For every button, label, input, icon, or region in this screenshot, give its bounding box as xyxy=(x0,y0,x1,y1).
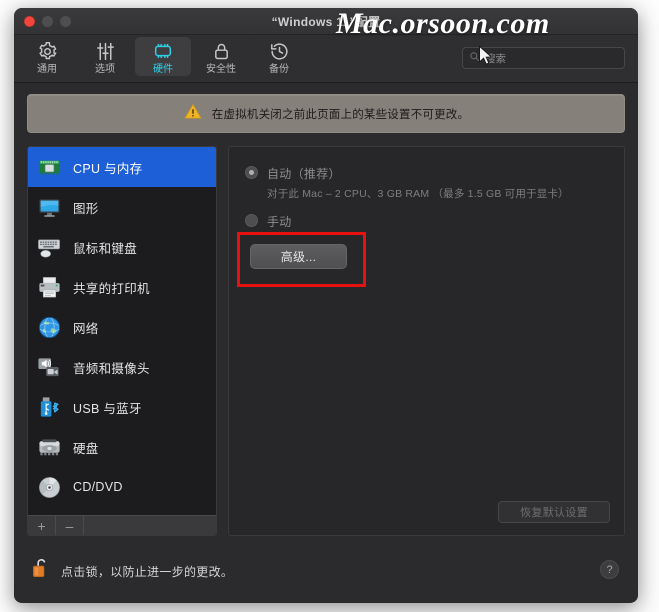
search-placeholder: 搜索 xyxy=(485,52,506,65)
sidebar-item-usb-bluetooth-label: USB 与蓝牙 xyxy=(73,401,142,416)
toolbar-tab-options-label: 选项 xyxy=(95,64,115,75)
sidebar-item-network-label: 网络 xyxy=(73,321,99,336)
harddisk-icon xyxy=(36,434,63,461)
sidebar-item-mouse-keyboard-label: 鼠标和键盘 xyxy=(73,241,138,256)
lock-icon xyxy=(211,40,232,62)
preferences-footer: 点击锁，以防止进一步的更改。 ? xyxy=(27,549,625,593)
toolbar-tab-security[interactable]: 安全性 xyxy=(193,37,249,76)
warning-banner: 在虚拟机关闭之前此页面上的某些设置不可更改。 xyxy=(27,94,625,133)
auto-option-row[interactable]: 自动（推荐） xyxy=(245,165,608,182)
sidebar-item-harddisk[interactable]: 硬盘 xyxy=(28,427,216,467)
sidebar-item-cpu-memory[interactable]: CPU 与内存 xyxy=(28,147,216,187)
sidebar-footer-toolbar: + – xyxy=(28,515,216,535)
auto-option-label: 自动（推荐） xyxy=(267,167,341,181)
sidebar-item-graphics-label: 图形 xyxy=(73,201,99,216)
sidebar-item-shared-printer[interactable]: 共享的打印机 xyxy=(28,267,216,307)
warning-triangle-icon xyxy=(183,102,203,126)
manual-radio-button[interactable] xyxy=(245,214,258,227)
sidebar-item-mouse-keyboard[interactable]: 鼠标和键盘 xyxy=(28,227,216,267)
add-device-button[interactable]: + xyxy=(28,516,56,535)
cd-dvd-icon xyxy=(36,474,63,501)
sidebar-item-shared-printer-label: 共享的打印机 xyxy=(73,281,150,296)
search-input[interactable]: 搜索 xyxy=(462,47,625,69)
gear-icon xyxy=(37,40,58,62)
search-icon xyxy=(469,49,480,67)
toolbar-tab-hardware[interactable]: 硬件 xyxy=(135,37,191,76)
sidebar-item-cpu-memory-label: CPU 与内存 xyxy=(73,161,143,176)
open-lock-icon[interactable] xyxy=(31,557,52,585)
audio-camera-icon xyxy=(36,354,63,381)
help-button[interactable]: ? xyxy=(600,560,619,579)
window-titlebar: “Windows 11”配置 xyxy=(14,8,638,35)
manual-option-row[interactable]: 手动 xyxy=(245,213,608,230)
sidebar-item-usb-bluetooth[interactable]: USB 与蓝牙 xyxy=(28,387,216,427)
memory-chip-icon xyxy=(36,154,63,181)
sidebar-item-cd-dvd-label: CD/DVD xyxy=(73,480,123,494)
cpu-memory-panel: 自动（推荐） 对于此 Mac – 2 CPU、3 GB RAM （最多 1.5 … xyxy=(228,146,625,536)
advanced-button[interactable]: 高级... xyxy=(250,244,347,269)
clock-back-icon xyxy=(269,40,290,62)
restore-defaults-button[interactable]: 恢复默认设置 xyxy=(498,501,610,523)
sidebar-item-audio-camera[interactable]: 音频和摄像头 xyxy=(28,347,216,387)
toolbar-tab-backup-label: 备份 xyxy=(269,64,289,75)
toolbar-tab-security-label: 安全性 xyxy=(206,64,236,75)
toolbar-items: 通用 选项 硬件 安全性 备份 xyxy=(18,35,308,78)
sidebar-item-graphics[interactable]: 图形 xyxy=(28,187,216,227)
advanced-button-wrapper: 高级... xyxy=(237,232,366,287)
toolbar-tab-backup[interactable]: 备份 xyxy=(251,37,307,76)
remove-device-button[interactable]: – xyxy=(56,516,84,535)
globe-icon xyxy=(36,314,63,341)
toolbar-tab-options[interactable]: 选项 xyxy=(77,37,133,76)
sidebar-item-audio-camera-label: 音频和摄像头 xyxy=(73,361,150,376)
toolbar-tab-hardware-label: 硬件 xyxy=(153,64,173,75)
window-title: “Windows 11”配置 xyxy=(271,15,381,29)
sliders-icon xyxy=(95,40,116,62)
sidebar-item-cd-dvd[interactable]: CD/DVD xyxy=(28,467,216,507)
sidebar-item-harddisk-label: 硬盘 xyxy=(73,441,99,456)
warning-text: 在虚拟机关闭之前此页面上的某些设置不可更改。 xyxy=(211,108,470,121)
vm-configuration-window: “Windows 11”配置 通用 选项 硬件 安全性 备份 搜索 在虚拟机关闭… xyxy=(14,8,638,603)
radio-dot xyxy=(249,170,254,175)
printer-icon xyxy=(36,274,63,301)
preferences-toolbar: 通用 选项 硬件 安全性 备份 搜索 xyxy=(14,35,638,83)
hardware-device-list: CPU 与内存 图形 鼠标和键盘 共享的打印机 网络 音频和摄像头 USB 与蓝… xyxy=(28,147,216,515)
toolbar-tab-general-label: 通用 xyxy=(37,64,57,75)
screenshot-root: “Windows 11”配置 通用 选项 硬件 安全性 备份 搜索 在虚拟机关闭… xyxy=(0,0,659,612)
sidebar-item-network[interactable]: 网络 xyxy=(28,307,216,347)
toolbar-tab-general[interactable]: 通用 xyxy=(19,37,75,76)
content-columns: CPU 与内存 图形 鼠标和键盘 共享的打印机 网络 音频和摄像头 USB 与蓝… xyxy=(27,146,625,536)
hardware-sidebar: CPU 与内存 图形 鼠标和键盘 共享的打印机 网络 音频和摄像头 USB 与蓝… xyxy=(27,146,217,536)
display-icon xyxy=(36,194,63,221)
footer-lock-text: 点击锁，以防止进一步的更改。 xyxy=(61,564,234,579)
manual-option-label: 手动 xyxy=(267,215,292,229)
chip-icon xyxy=(152,40,174,62)
preferences-body: 在虚拟机关闭之前此页面上的某些设置不可更改。 CPU 与内存 图形 鼠标和键盘 … xyxy=(14,83,638,602)
usb-bluetooth-icon xyxy=(36,394,63,421)
keyboard-mouse-icon xyxy=(36,234,63,261)
auto-radio-button[interactable] xyxy=(245,166,258,179)
auto-option-note: 对于此 Mac – 2 CPU、3 GB RAM （最多 1.5 GB 可用于显… xyxy=(267,188,569,200)
